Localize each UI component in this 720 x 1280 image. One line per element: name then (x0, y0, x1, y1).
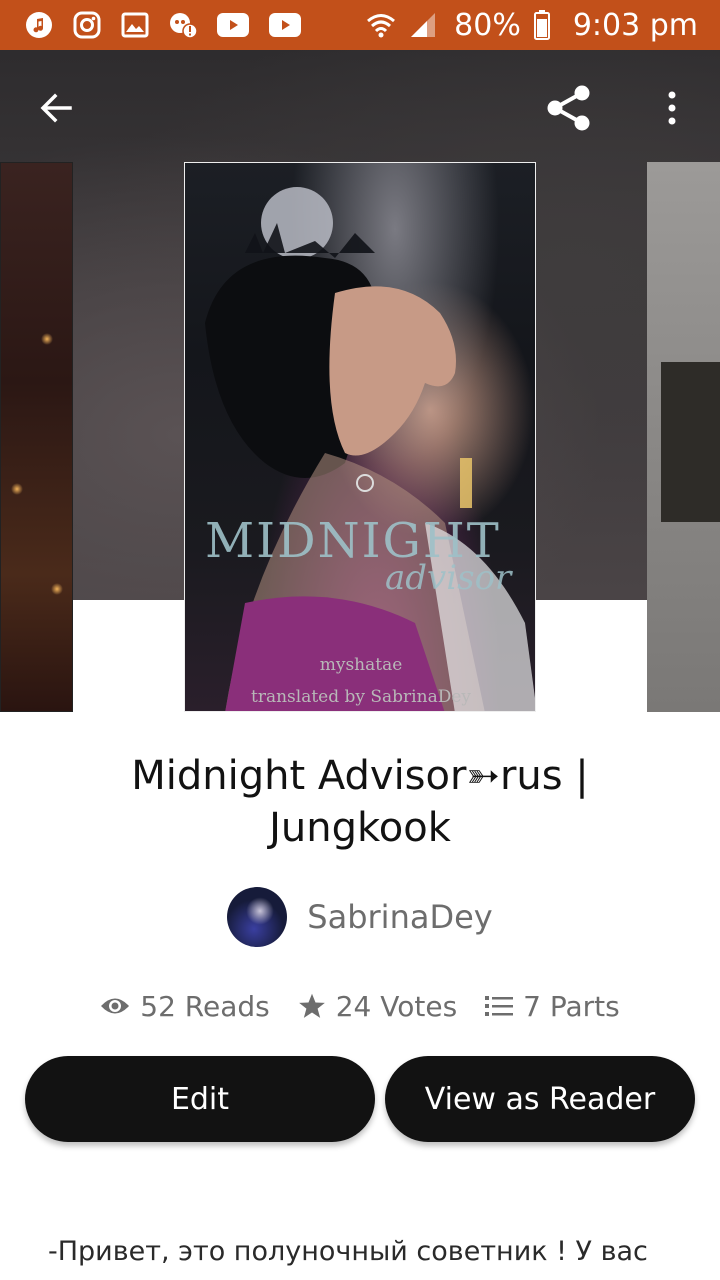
author-name[interactable]: SabrinaDey (307, 898, 492, 936)
status-bar: 80% 9:03 pm (0, 0, 720, 50)
app-alert-icon (168, 10, 198, 40)
system-status: 80% 9:03 pm (366, 8, 698, 43)
clock: 9:03 pm (572, 7, 698, 43)
star-icon (298, 993, 325, 1018)
book-description: -Привет, это полуночный советник ! У вас (48, 1236, 648, 1267)
reads-stat: 52 Reads (100, 989, 270, 1023)
signal-icon (408, 10, 438, 40)
previous-book-cover[interactable] (0, 162, 73, 712)
avatar[interactable] (227, 887, 288, 947)
votes-count: 24 Votes (335, 989, 458, 1023)
eye-icon (101, 998, 130, 1014)
book-cover[interactable]: MIDNIGHT advisor myshatae translated by … (184, 162, 536, 712)
back-button[interactable] (26, 80, 86, 136)
parts-stat: 7 Parts (485, 990, 620, 1023)
more-vertical-icon (668, 91, 676, 125)
book-title: Midnight Advisor➳rus | Jungkook (131, 753, 589, 851)
book-stats: 52 Reads 24 Votes 7 Parts (0, 984, 720, 1028)
instagram-icon (72, 10, 102, 40)
battery-percent: 80% (454, 7, 521, 43)
parts-count: 7 Parts (523, 989, 620, 1023)
cover-author: myshatae (319, 655, 403, 675)
youtube-icon (268, 10, 302, 40)
wifi-icon (366, 10, 396, 40)
list-icon (485, 996, 514, 1016)
edit-button[interactable]: Edit (25, 1056, 375, 1142)
view-as-reader-button[interactable]: View as Reader (385, 1056, 695, 1142)
votes-stat: 24 Votes (298, 990, 457, 1023)
next-book-cover[interactable] (647, 162, 720, 712)
share-button[interactable] (538, 78, 598, 138)
more-options-button[interactable] (652, 80, 692, 136)
music-icon (24, 10, 54, 40)
cover-art (205, 187, 535, 711)
share-icon (547, 85, 590, 131)
cover-subtitle: advisor (385, 558, 512, 598)
reads-count: 52 Reads (140, 989, 270, 1023)
battery-icon (533, 10, 551, 40)
youtube-icon (216, 10, 250, 40)
cover-translator: translated by SabrinaDey (250, 687, 471, 707)
author-row[interactable]: SabrinaDey (0, 886, 720, 948)
arrow-left-icon (40, 93, 72, 123)
notification-icons (24, 10, 302, 40)
image-icon (120, 10, 150, 40)
